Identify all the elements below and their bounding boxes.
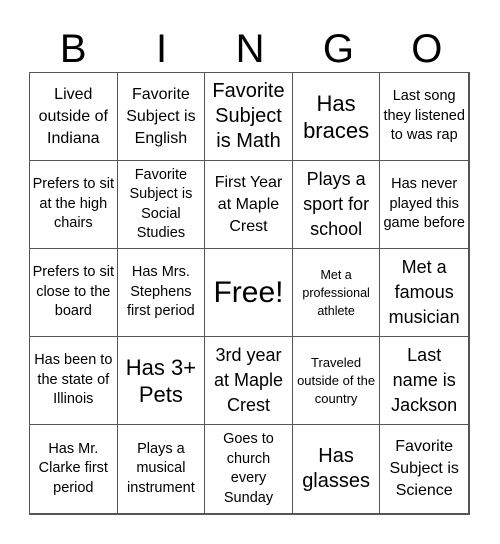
bingo-cell[interactable]: Met a professional athlete [292,249,381,337]
header-letter-o: O [411,27,443,71]
bingo-cell[interactable]: Has Mr. Clarke first period [30,425,118,513]
cell-text: Has been to the state of Illinois [34,352,113,408]
bingo-header: B I N G O [29,26,471,72]
cell-text: Prefers to sit close to the board [32,264,114,320]
cell-text: Has never played this game before [383,176,465,232]
bingo-cell[interactable]: Has never played this game before [380,161,468,249]
cell-text: Has glasses [302,445,370,492]
bingo-cell[interactable]: Met a famous musician [380,249,468,337]
cell-text: Favorite Subject is Science [389,438,459,499]
bingo-cell[interactable]: First Year at Maple Crest [205,161,293,249]
bingo-cell[interactable]: Traveled outside of the country [292,337,381,425]
cell-text: Last name is Jackson [391,345,458,415]
cell-text: Plays a musical instrument [127,440,195,496]
cell-text: Has Mr. Clarke first period [38,440,108,496]
bingo-cell[interactable]: Lived outside of Indiana [30,73,118,161]
bingo-cell[interactable]: Favorite Subject is Social Studies [117,161,206,249]
bingo-cell[interactable]: Has braces [292,73,381,161]
bingo-cell[interactable]: Last name is Jackson [380,337,468,425]
bingo-cell[interactable]: Last song they listened to was rap [380,73,468,161]
cell-text: Favorite Subject is English [126,85,196,147]
cell-text: Favorite Subject is Math [212,80,285,152]
bingo-cell[interactable]: Has glasses [293,425,381,513]
header-letter-n: N [235,27,265,71]
cell-text: Met a professional athlete [302,267,370,318]
bingo-cell[interactable]: Plays a sport for school [292,161,381,249]
free-space[interactable]: Free! [205,249,293,337]
cell-text: Favorite Subject is Social Studies [129,166,193,242]
bingo-cell[interactable]: Goes to church every Sunday [205,425,293,513]
bingo-cell[interactable]: Has 3+ Pets [117,337,206,425]
bingo-cell[interactable]: Has Mrs. Stephens first period [117,249,206,337]
cell-text: Has 3+ Pets [125,354,197,407]
bingo-cell[interactable]: Has been to the state of Illinois [30,337,118,425]
bingo-grid: Lived outside of Indiana Favorite Subjec… [29,72,470,515]
cell-text: 3rd year at Maple Crest [213,345,284,415]
cell-text: Lived outside of Indiana [38,85,108,147]
header-letter-i: I [156,27,168,71]
bingo-cell[interactable]: Prefers to sit close to the board [30,249,118,337]
bingo-cell[interactable]: Favorite Subject is Science [380,425,468,513]
bingo-cell[interactable]: 3rd year at Maple Crest [205,337,293,425]
header-letter-b: B [59,27,87,71]
cell-text: Traveled outside of the country [297,354,376,406]
cell-text: Goes to church every Sunday [223,431,274,506]
bingo-cell[interactable]: Favorite Subject is English [117,73,206,161]
cell-text: Plays a sport for school [303,169,370,239]
cell-text: Met a famous musician [388,257,460,327]
bingo-cell[interactable]: Favorite Subject is Math [205,73,293,161]
cell-text: Has braces [303,90,370,143]
cell-text: Free! [213,275,284,309]
bingo-cell[interactable]: Plays a musical instrument [118,425,206,513]
header-letter-g: G [322,27,354,71]
cell-text: Prefers to sit at the high chairs [32,176,114,232]
bingo-cell[interactable]: Prefers to sit at the high chairs [30,161,118,249]
cell-text: Has Mrs. Stephens first period [127,264,195,320]
cell-text: First Year at Maple Crest [214,173,283,235]
cell-text: Last song they listened to was rap [383,88,465,144]
